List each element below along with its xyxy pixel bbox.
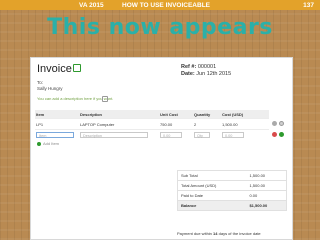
new-item-input[interactable]: Item xyxy=(36,132,74,138)
new-row-cancel-icon[interactable] xyxy=(272,132,277,137)
balance-row: Balance $1,500.00 xyxy=(177,200,287,211)
balance-label: Balance xyxy=(177,200,247,211)
date-line: Date: Jun 12th 2015 xyxy=(181,71,231,78)
date-value[interactable]: Jun 12th 2015 xyxy=(196,71,231,77)
date-label: Date: xyxy=(181,71,195,77)
invoice-meta: Ref #: 000001 Date: Jun 12th 2015 xyxy=(181,64,231,78)
payment-suffix: days of the invoice date xyxy=(218,231,261,236)
new-row-confirm-icon[interactable] xyxy=(279,132,284,137)
edit-icon[interactable] xyxy=(73,64,81,72)
paid-value[interactable]: 0.00 xyxy=(246,190,287,201)
payment-days[interactable]: 14 xyxy=(213,231,217,236)
subtotal-value: 1,500.00 xyxy=(246,170,287,181)
row-cost: 1,500.00 xyxy=(221,118,269,130)
new-item-row: Item Description 0.00 Qty 0.00 xyxy=(35,129,269,140)
col-description: Description xyxy=(79,110,159,119)
new-quantity-input[interactable]: Qty xyxy=(194,132,210,138)
col-cost: Cost (USD) xyxy=(221,110,269,119)
slide-header-center: HOW TO USE INVOICEABLE xyxy=(122,1,210,9)
slide-header-bar: VA 2015 HOW TO USE INVOICEABLE 137 xyxy=(0,0,320,10)
new-cost-field: 0.00 xyxy=(222,132,244,138)
description-edit-icon[interactable] xyxy=(102,96,108,102)
ref-label: Ref #: xyxy=(181,64,197,70)
add-item-button[interactable]: Add Item xyxy=(37,141,59,146)
row-item[interactable]: LP1 xyxy=(35,118,79,130)
to-name[interactable]: Sally Hungry xyxy=(37,86,63,92)
col-quantity: Quantity xyxy=(193,110,221,119)
slide-page-number: 137 xyxy=(303,1,314,9)
invoice-panel: Invoice Ref #: 000001 Date: Jun 12th 201… xyxy=(30,57,293,240)
total-label: Total Amount (USD) xyxy=(177,180,247,191)
bill-to: To: Sally Hungry xyxy=(37,80,63,91)
col-item: Item xyxy=(35,110,79,119)
invoice-title: Invoice xyxy=(37,63,72,75)
total-value: 1,500.00 xyxy=(246,180,287,191)
new-unit-cost-input[interactable]: 0.00 xyxy=(160,132,182,138)
totals-row: Paid to Date 0.00 xyxy=(177,190,287,201)
items-header-row: Item Description Unit Cost Quantity Cost… xyxy=(35,110,269,119)
slide-header-left: VA 2015 xyxy=(79,1,104,9)
balance-value: $1,500.00 xyxy=(246,200,287,211)
ref-line: Ref #: 000001 xyxy=(181,64,231,71)
paid-label: Paid to Date xyxy=(177,190,247,201)
row-unit-cost[interactable]: 750.00 xyxy=(159,118,193,130)
row-description[interactable]: LAPTOP Computer xyxy=(79,118,159,130)
totals-row: Sub Total 1,500.00 xyxy=(177,170,287,181)
slide-title: This now appears xyxy=(47,15,273,40)
payment-prefix: Payment due within xyxy=(177,231,212,236)
subtotal-label: Sub Total xyxy=(177,170,247,181)
col-unit-cost: Unit Cost xyxy=(159,110,193,119)
row-remove-icon[interactable] xyxy=(272,121,277,126)
new-description-input[interactable]: Description xyxy=(80,132,148,138)
row-quantity[interactable]: 2 xyxy=(193,118,221,130)
totals-table: Sub Total 1,500.00 Total Amount (USD) 1,… xyxy=(177,170,287,211)
table-row[interactable]: LP1 LAPTOP Computer 750.00 2 1,500.00 xyxy=(35,118,269,130)
ref-value[interactable]: 000001 xyxy=(198,64,216,70)
items-table: Item Description Unit Cost Quantity Cost… xyxy=(35,110,269,140)
add-item-label: Add Item xyxy=(43,141,60,146)
add-icon xyxy=(37,141,41,146)
row-edit-icon[interactable] xyxy=(279,121,284,126)
totals-row: Total Amount (USD) 1,500.00 xyxy=(177,180,287,191)
payment-terms: Payment due within 14 days of the invoic… xyxy=(177,231,261,236)
